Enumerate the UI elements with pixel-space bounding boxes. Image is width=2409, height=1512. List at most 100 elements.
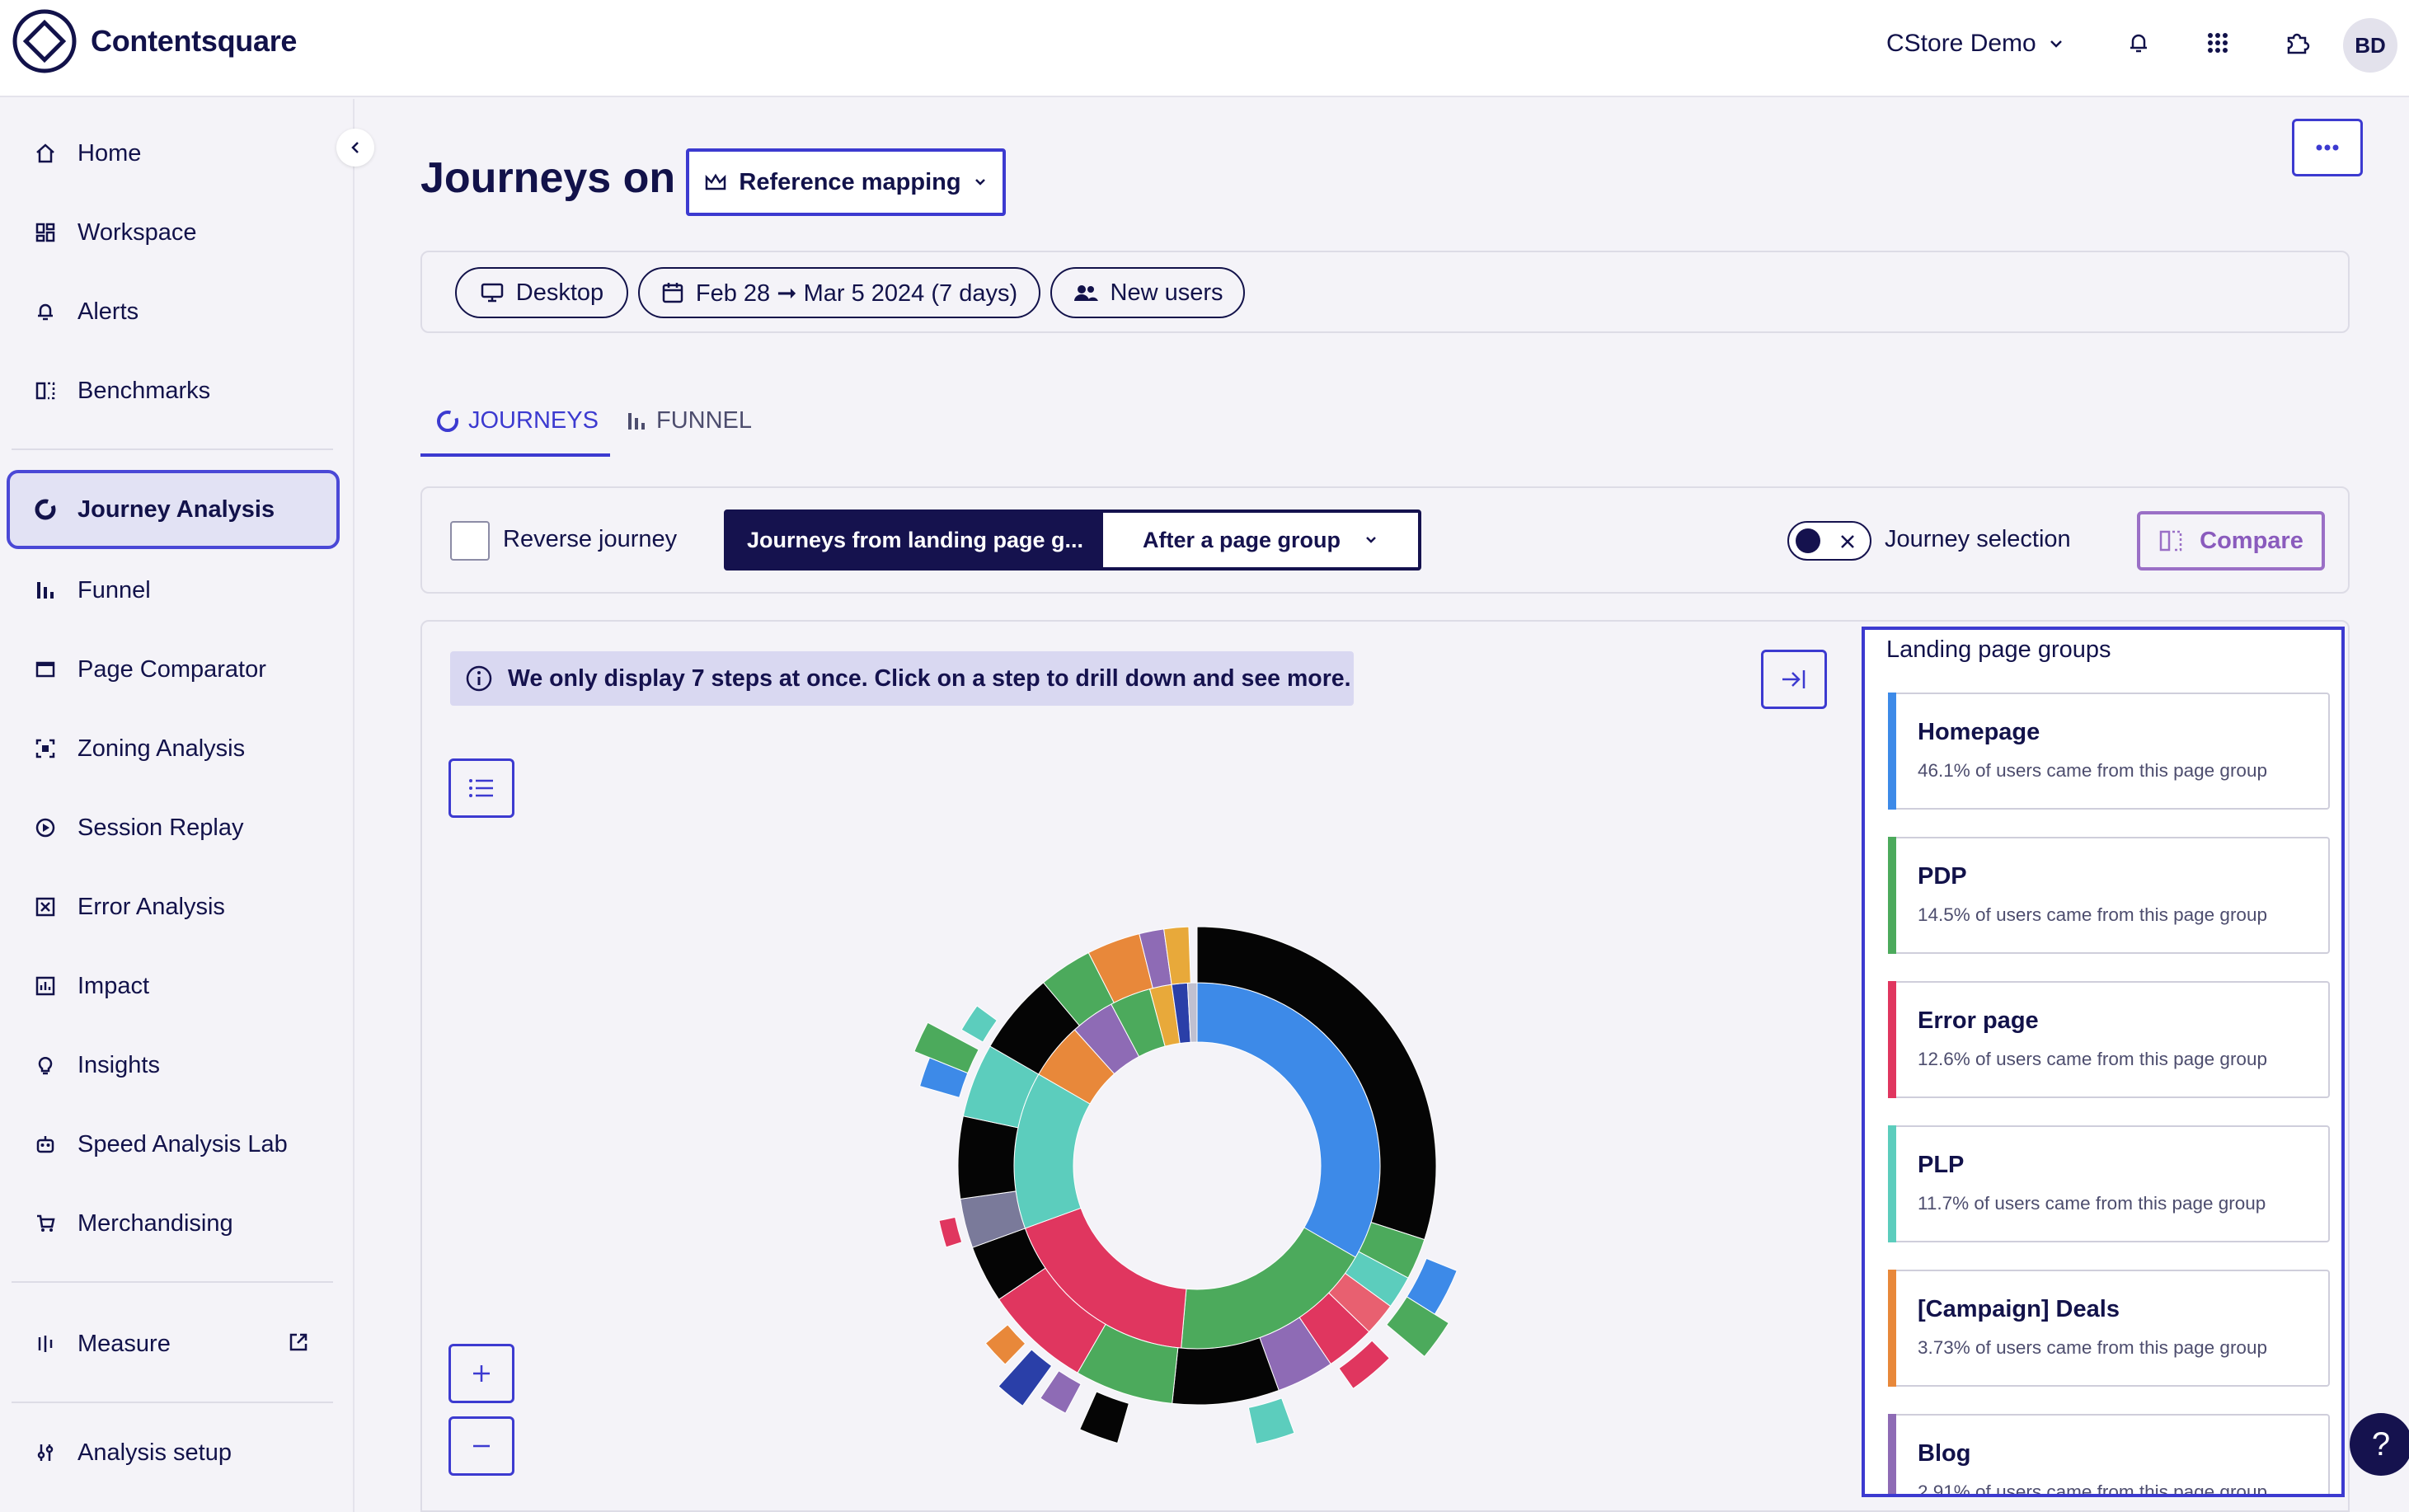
top-bar: Contentsquare CStore Demo BD: [0, 0, 2409, 97]
filter-bar: Desktop Feb 28 ➞ Mar 5 2024 (7 days) New…: [420, 251, 2350, 333]
bell-icon: [33, 299, 58, 324]
project-selector[interactable]: CStore Demo: [1886, 30, 2064, 58]
landing-page-groups-panel: Landing page groups Homepage 46.1% of us…: [1862, 627, 2345, 1497]
landing-group-card[interactable]: Error page 12.6% of users came from this…: [1888, 981, 2330, 1098]
ellipsis-icon: [2316, 144, 2339, 151]
group-color-bar: [1888, 837, 1896, 954]
sidebar-item-home[interactable]: Home: [7, 119, 340, 188]
group-color-bar: [1888, 1125, 1896, 1242]
chevron-down-icon: [2050, 40, 2062, 48]
help-button[interactable]: ?: [2350, 1413, 2409, 1476]
landing-group-card[interactable]: PDP 14.5% of users came from this page g…: [1888, 837, 2330, 954]
landing-group-card[interactable]: Homepage 46.1% of users came from this p…: [1888, 693, 2330, 810]
sidebar-item-merchandising[interactable]: Merchandising: [7, 1189, 340, 1258]
mapping-label: Reference mapping: [739, 168, 961, 195]
zoom-in-button[interactable]: [448, 1344, 514, 1403]
date-range-chip[interactable]: Feb 28 ➞ Mar 5 2024 (7 days): [638, 267, 1040, 318]
sidebar-item-label: Analysis setup: [77, 1439, 232, 1466]
lightbulb-icon: [33, 1053, 58, 1078]
play-icon: [33, 815, 58, 840]
segment-b-label: After a page group: [1142, 527, 1341, 552]
notifications-bell-icon[interactable]: [2122, 26, 2155, 59]
mapping-selector[interactable]: Reference mapping: [686, 148, 1006, 216]
device-filter-chip[interactable]: Desktop: [455, 267, 628, 318]
sidebar-item-insights[interactable]: Insights: [7, 1031, 340, 1100]
zoom-out-button[interactable]: [448, 1416, 514, 1476]
sidebar-item-page-comparator[interactable]: Page Comparator: [7, 635, 340, 704]
sunburst-step-segment[interactable]: [1040, 1370, 1082, 1414]
collapse-sidebar-button[interactable]: [336, 129, 374, 167]
crown-icon: [706, 173, 726, 190]
expand-sidebar-panel-button[interactable]: [1761, 650, 1827, 709]
sunburst-outer-segment[interactable]: [957, 1115, 1019, 1200]
puzzle-icon[interactable]: [2280, 26, 2313, 59]
sidebar-item-label: Zoning Analysis: [77, 735, 246, 762]
apps-grid-icon[interactable]: [2201, 26, 2234, 59]
journey-mode-selector: Journeys from landing page g... After a …: [724, 509, 1421, 571]
journey-icon: [33, 497, 58, 522]
sidebar-item-journey-analysis[interactable]: Journey Analysis: [7, 470, 340, 549]
sunburst-step-segment[interactable]: [960, 1005, 998, 1043]
reverse-journey-checkbox[interactable]: [450, 521, 490, 561]
tab-funnel[interactable]: FUNNEL: [627, 407, 752, 434]
app-name: Contentsquare: [91, 24, 298, 58]
landing-group-card[interactable]: [Campaign] Deals 3.73% of users came fro…: [1888, 1270, 2330, 1387]
journey-selection-label: Journey selection: [1885, 526, 2071, 552]
landing-group-card[interactable]: PLP 11.7% of users came from this page g…: [1888, 1125, 2330, 1242]
page-comparator-icon: [33, 657, 58, 682]
group-name: [Campaign] Deals: [1918, 1296, 2120, 1322]
measure-icon: [33, 1331, 58, 1356]
sidebar-item-session-replay[interactable]: Session Replay: [7, 793, 340, 862]
benchmarks-icon: [33, 378, 58, 403]
sunburst-step-segment[interactable]: [1247, 1397, 1295, 1445]
workspace-icon: [33, 220, 58, 245]
segment-chip[interactable]: New users: [1050, 267, 1245, 318]
compare-button[interactable]: Compare: [2137, 511, 2325, 571]
sidebar-item-error-analysis[interactable]: Error Analysis: [7, 872, 340, 941]
sidebar-item-analysis-setup[interactable]: Analysis setup: [7, 1418, 340, 1487]
funnel-icon: [628, 412, 645, 430]
group-description: 46.1% of users came from this page group: [1918, 760, 2267, 781]
sidebar-divider: [12, 1402, 333, 1403]
more-options-button[interactable]: [2292, 119, 2363, 176]
home-icon: [33, 141, 58, 166]
sunburst-step-segment[interactable]: [984, 1324, 1026, 1365]
sidebar-item-speed-analysis-lab[interactable]: Speed Analysis Lab: [7, 1110, 340, 1179]
journey-sunburst-chart[interactable]: [867, 869, 1527, 1496]
journey-icon: [437, 410, 458, 432]
sidebar-item-impact[interactable]: Impact: [7, 951, 340, 1021]
user-avatar[interactable]: BD: [2343, 18, 2397, 73]
device-label: Desktop: [515, 279, 604, 306]
close-icon: [1841, 535, 1854, 548]
sidebar-divider: [12, 1281, 333, 1283]
list-view-button[interactable]: [448, 758, 514, 818]
sidebar-item-alerts[interactable]: Alerts: [7, 277, 340, 346]
landing-group-card[interactable]: Blog 2.91% of users came from this page …: [1888, 1414, 2330, 1494]
segment-a-label: Journeys from landing page g...: [746, 527, 1084, 552]
contentsquare-logo-icon: [12, 9, 77, 73]
after-page-group-dropdown[interactable]: After a page group: [1103, 513, 1418, 567]
calendar-icon: [662, 283, 683, 303]
compare-label: Compare: [2200, 527, 2303, 554]
zoning-icon: [33, 736, 58, 761]
sidebar-item-zoning-analysis[interactable]: Zoning Analysis: [7, 714, 340, 783]
sidebar-item-funnel[interactable]: Funnel: [7, 556, 340, 625]
tab-journeys[interactable]: JOURNEYS: [435, 407, 599, 434]
sidebar-item-label: Speed Analysis Lab: [77, 1130, 288, 1157]
app-logo[interactable]: Contentsquare: [12, 8, 297, 74]
sidebar-item-label: Funnel: [77, 576, 151, 603]
sidebar-item-label: Error Analysis: [77, 893, 225, 920]
chevron-left-icon: [351, 142, 359, 153]
journeys-from-landing-button[interactable]: Journeys from landing page g...: [727, 513, 1103, 567]
sidebar-item-label: Insights: [77, 1051, 160, 1078]
sunburst-step-segment[interactable]: [938, 1216, 963, 1248]
tab-label: JOURNEYS: [468, 407, 599, 434]
sidebar-item-benchmarks[interactable]: Benchmarks: [7, 356, 340, 425]
sidebar-item-label: Session Replay: [77, 814, 244, 841]
arrow-right-to-line-icon: [1782, 670, 1806, 688]
journey-selection-toggle[interactable]: [1787, 521, 1871, 561]
sunburst-step-segment[interactable]: [1078, 1391, 1129, 1444]
sidebar-item-workspace[interactable]: Workspace: [7, 198, 340, 267]
sidebar-item-measure[interactable]: Measure: [7, 1309, 340, 1378]
cart-icon: [33, 1211, 58, 1236]
